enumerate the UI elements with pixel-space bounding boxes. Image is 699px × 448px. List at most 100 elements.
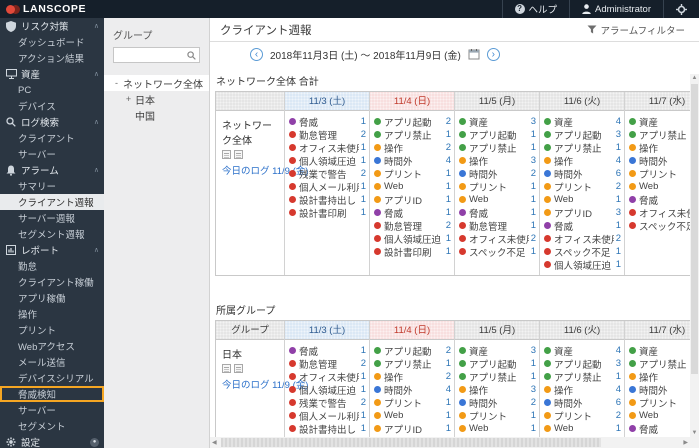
alarm-count[interactable]: 4 bbox=[444, 384, 451, 395]
alarm-count[interactable]: 1 bbox=[529, 410, 536, 421]
alarm-count[interactable]: 1 bbox=[444, 129, 451, 140]
sidebar-item-プリント[interactable]: プリント bbox=[0, 322, 104, 338]
sidebar-section-リスク対策[interactable]: リスク対策 ∧ bbox=[0, 18, 104, 34]
alarm-count[interactable]: 3 bbox=[529, 345, 536, 356]
alarm-count[interactable]: 1 bbox=[529, 423, 536, 434]
sidebar-item-デバイスシリアル[interactable]: デバイスシリアル bbox=[0, 370, 104, 386]
alarm-count[interactable]: 1 bbox=[359, 371, 366, 382]
alarm-count[interactable]: 2 bbox=[359, 168, 366, 179]
calendar-icon[interactable] bbox=[468, 48, 480, 60]
alarm-count[interactable]: 2 bbox=[529, 168, 536, 179]
alarm-count[interactable]: 2 bbox=[529, 397, 536, 408]
alarm-count[interactable]: 1 bbox=[529, 194, 536, 205]
tree-node-中国[interactable]: 中国 bbox=[104, 107, 209, 123]
alarm-count[interactable]: 1 bbox=[529, 220, 536, 231]
search-icon[interactable] bbox=[187, 50, 196, 60]
horizontal-scroll-thumb[interactable] bbox=[220, 438, 601, 447]
alarm-count[interactable]: 1 bbox=[444, 181, 451, 192]
alarm-count[interactable]: 1 bbox=[614, 423, 621, 434]
alarm-count[interactable]: 1 bbox=[614, 220, 621, 231]
sidebar-item-脅威検知[interactable]: 脅威検知 bbox=[0, 386, 104, 402]
sidebar-item-サーバー[interactable]: サーバー bbox=[0, 402, 104, 418]
alarm-count[interactable]: 1 bbox=[529, 129, 536, 140]
alarm-count[interactable]: 1 bbox=[359, 194, 366, 205]
alarm-count[interactable]: 1 bbox=[444, 168, 451, 179]
group-search-input[interactable] bbox=[117, 50, 187, 60]
alarm-filter-button[interactable]: アラームフィルター bbox=[587, 23, 685, 37]
sidebar-item-セグメント週報[interactable]: セグメント週報 bbox=[0, 226, 104, 242]
sidebar-item-サーバー週報[interactable]: サーバー週報 bbox=[0, 210, 104, 226]
sidebar-item-PC[interactable]: PC bbox=[0, 82, 104, 98]
alarm-count[interactable]: 1 bbox=[614, 371, 621, 382]
alarm-count[interactable]: 2 bbox=[614, 181, 621, 192]
alarm-count[interactable]: 1 bbox=[444, 423, 451, 434]
alarm-count[interactable]: 3 bbox=[529, 116, 536, 127]
sidebar-item-クライアント稼働[interactable]: クライアント稼働 bbox=[0, 274, 104, 290]
alarm-count[interactable]: 1 bbox=[359, 181, 366, 192]
alarm-count[interactable]: 1 bbox=[444, 207, 451, 218]
alarm-count[interactable]: 1 bbox=[444, 358, 451, 369]
alarm-count[interactable]: 2 bbox=[529, 233, 536, 244]
sidebar-section-資産[interactable]: 資産 ∧ bbox=[0, 66, 104, 82]
alarm-count[interactable]: 1 bbox=[614, 194, 621, 205]
alarm-count[interactable]: 1 bbox=[529, 181, 536, 192]
calendar-mini-icon[interactable] bbox=[222, 150, 231, 159]
sidebar-item-操作[interactable]: 操作 bbox=[0, 306, 104, 322]
alarm-count[interactable]: 2 bbox=[444, 345, 451, 356]
sidebar-section-設定[interactable]: 設定 ● bbox=[0, 434, 104, 448]
alarm-count[interactable]: 1 bbox=[359, 410, 366, 421]
alarm-count[interactable]: 4 bbox=[614, 155, 621, 166]
prev-week-button[interactable]: ‹ bbox=[250, 47, 263, 61]
alarm-count[interactable]: 3 bbox=[614, 207, 621, 218]
expand-icon[interactable]: + bbox=[124, 94, 133, 104]
alarm-count[interactable]: 1 bbox=[359, 345, 366, 356]
sidebar-item-サマリー[interactable]: サマリー bbox=[0, 178, 104, 194]
sidebar-item-クライアント[interactable]: クライアント bbox=[0, 130, 104, 146]
alarm-count[interactable]: 1 bbox=[359, 423, 366, 434]
alarm-count[interactable]: 2 bbox=[444, 116, 451, 127]
sidebar-item-サーバー[interactable]: サーバー bbox=[0, 146, 104, 162]
alarm-count[interactable]: 4 bbox=[444, 155, 451, 166]
alarm-count[interactable]: 1 bbox=[444, 410, 451, 421]
alarm-count[interactable]: 1 bbox=[359, 155, 366, 166]
alarm-count[interactable]: 1 bbox=[359, 384, 366, 395]
alarm-count[interactable]: 1 bbox=[359, 142, 366, 153]
sidebar-item-メール送信[interactable]: メール送信 bbox=[0, 354, 104, 370]
user-menu[interactable]: Administrator bbox=[569, 0, 663, 18]
alarm-count[interactable]: 2 bbox=[444, 142, 451, 153]
alarm-count[interactable]: 1 bbox=[529, 207, 536, 218]
alarm-count[interactable]: 4 bbox=[614, 384, 621, 395]
alarm-count[interactable]: 1 bbox=[614, 142, 621, 153]
alarm-count[interactable]: 2 bbox=[359, 129, 366, 140]
sidebar-section-レポート[interactable]: レポート ∧ bbox=[0, 242, 104, 258]
sidebar-section-ログ検索[interactable]: ログ検索 ∧ bbox=[0, 114, 104, 130]
horizontal-scrollbar[interactable]: ◀ ▶ bbox=[210, 437, 690, 448]
sidebar-item-勤怠[interactable]: 勤怠 bbox=[0, 258, 104, 274]
sidebar-item-クライアント週報[interactable]: クライアント週報 bbox=[0, 194, 104, 210]
alarm-count[interactable]: 3 bbox=[614, 358, 621, 369]
alarm-count[interactable]: 1 bbox=[529, 142, 536, 153]
alarm-count[interactable]: 1 bbox=[359, 207, 366, 218]
alarm-count[interactable]: 1 bbox=[444, 233, 451, 244]
alarm-count[interactable]: 1 bbox=[359, 116, 366, 127]
alarm-count[interactable]: 1 bbox=[444, 246, 451, 257]
alarm-count[interactable]: 2 bbox=[359, 397, 366, 408]
vertical-scroll-thumb[interactable] bbox=[691, 84, 698, 374]
alarm-count[interactable]: 2 bbox=[444, 371, 451, 382]
alarm-count[interactable]: 1 bbox=[444, 194, 451, 205]
collapse-icon[interactable]: - bbox=[112, 78, 121, 88]
alarm-count[interactable]: 6 bbox=[614, 397, 621, 408]
alarm-count[interactable]: 4 bbox=[614, 116, 621, 127]
alarm-count[interactable]: 4 bbox=[614, 345, 621, 356]
scroll-right-icon[interactable]: ▶ bbox=[681, 439, 690, 446]
sidebar-item-Webアクセス[interactable]: Webアクセス bbox=[0, 338, 104, 354]
scroll-left-icon[interactable]: ◀ bbox=[210, 439, 219, 446]
sidebar-item-セグメント[interactable]: セグメント bbox=[0, 418, 104, 434]
sidebar-item-アクション結果[interactable]: アクション結果 bbox=[0, 50, 104, 66]
scroll-up-icon[interactable]: ▲ bbox=[690, 75, 699, 81]
alarm-count[interactable]: 6 bbox=[614, 168, 621, 179]
alarm-count[interactable]: 2 bbox=[444, 220, 451, 231]
alarm-count[interactable]: 1 bbox=[614, 246, 621, 257]
alarm-count[interactable]: 3 bbox=[529, 384, 536, 395]
alarm-count[interactable]: 3 bbox=[614, 129, 621, 140]
